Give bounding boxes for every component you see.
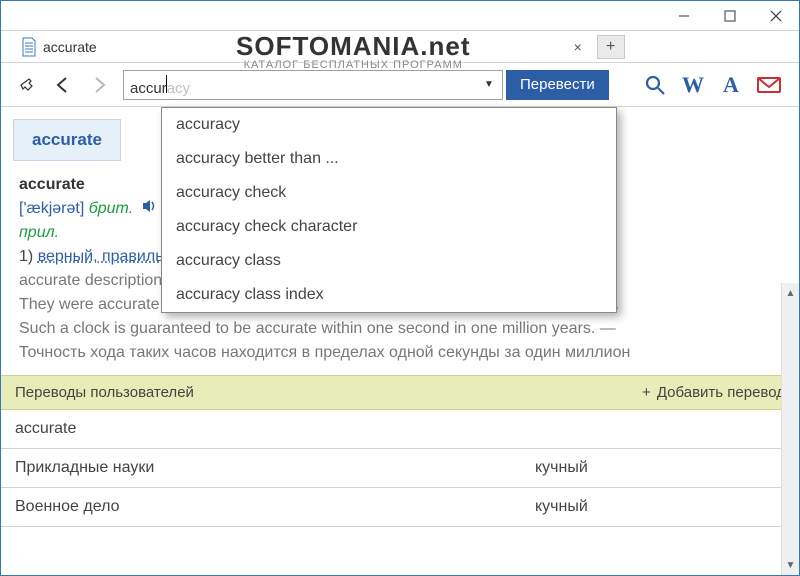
search-input[interactable] (130, 76, 482, 93)
example-3: Such a clock is guaranteed to be accurat… (19, 317, 781, 341)
domain-cell: Прикладные науки (15, 459, 535, 477)
translate-button[interactable]: Перевести (506, 70, 609, 100)
close-button[interactable] (753, 2, 799, 30)
user-translations-title: Переводы пользователей (15, 384, 194, 401)
title-bar (1, 1, 799, 31)
back-button[interactable] (47, 69, 79, 101)
example-4: Точность хода таких часов находится в пр… (19, 341, 781, 365)
domain-cell: Военное дело (15, 498, 535, 516)
suggestion-item[interactable]: accuracy class index (162, 278, 616, 312)
toolbar: accuracy ▼ Перевести W A (1, 63, 799, 107)
mail-icon[interactable] (755, 71, 783, 99)
document-icon (21, 37, 37, 57)
search-icon[interactable] (641, 71, 669, 99)
value-cell: кучный (535, 498, 785, 516)
app-window: accurate × + SOFTOMANIA.net КАТАЛОГ БЕСП… (0, 0, 800, 576)
word-tab[interactable]: accurate (13, 119, 121, 161)
suggestion-item[interactable]: accuracy check character (162, 210, 616, 244)
wikipedia-icon[interactable]: W (679, 71, 707, 99)
suggestion-item[interactable]: accuracy (162, 108, 616, 142)
maximize-button[interactable] (707, 2, 753, 30)
pin-button[interactable] (11, 69, 43, 101)
scrollbar[interactable]: ▲ ▼ (781, 283, 799, 575)
tab-close-button[interactable]: × (567, 36, 589, 58)
scroll-up-button[interactable]: ▲ (782, 283, 799, 303)
table-row: Прикладные науки кучный (1, 449, 799, 488)
minimize-button[interactable] (661, 2, 707, 30)
suggestion-item[interactable]: accuracy better than ... (162, 142, 616, 176)
scroll-down-button[interactable]: ▼ (782, 555, 799, 575)
font-icon[interactable]: A (717, 71, 745, 99)
add-translation-button[interactable]: + Добавить перевод (642, 384, 785, 401)
ipa: ['ækjərət] (19, 200, 84, 217)
tab-title: accurate (43, 39, 97, 55)
plus-icon: + (642, 384, 651, 401)
audio-icon[interactable] (142, 200, 158, 217)
user-translations: Переводы пользователей + Добавить перево… (1, 375, 799, 527)
autocomplete-dropdown: accuracy accuracy better than ... accura… (161, 107, 617, 313)
tab-bar: accurate × + (1, 31, 799, 63)
new-tab-button[interactable]: + (597, 35, 625, 59)
value-cell: кучный (535, 459, 785, 477)
user-translations-header: Переводы пользователей + Добавить перево… (1, 375, 799, 410)
search-dropdown-button[interactable]: ▼ (482, 79, 496, 90)
suggestion-item[interactable]: accuracy check (162, 176, 616, 210)
search-field[interactable]: accuracy ▼ (123, 70, 503, 100)
tab-accurate[interactable]: accurate (11, 31, 107, 62)
right-tools: W A (641, 71, 789, 99)
forward-button[interactable] (83, 69, 115, 101)
brit-label: брит. (89, 200, 133, 217)
user-word-row: accurate (1, 410, 799, 449)
suggestion-item[interactable]: accuracy class (162, 244, 616, 278)
table-row: Военное дело кучный (1, 488, 799, 527)
